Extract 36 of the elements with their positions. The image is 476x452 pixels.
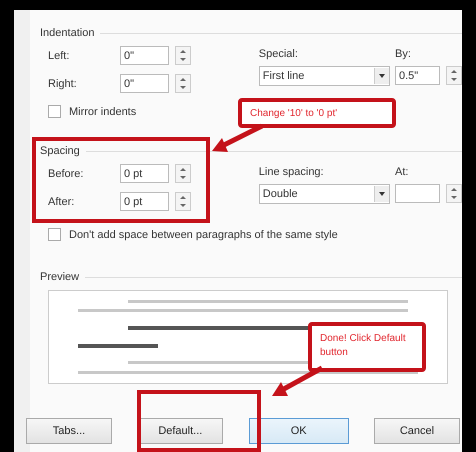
checkbox[interactable]	[48, 228, 61, 241]
section-title: Preview	[40, 271, 80, 283]
field-label: After:	[48, 196, 76, 208]
dialog-button[interactable]: Tabs...	[26, 418, 112, 444]
field-label: Special:	[258, 48, 299, 60]
callout-arrow	[212, 124, 264, 152]
checkbox-label: Don't add space between paragraphs of the same style	[69, 228, 338, 240]
spinner-arrows-icon[interactable]	[175, 164, 191, 183]
spinner-arrows-icon[interactable]	[175, 46, 191, 65]
checkbox[interactable]	[48, 105, 61, 118]
field-label: At:	[395, 166, 410, 178]
spinner-arrows-icon[interactable]	[175, 74, 191, 93]
dialog-button[interactable]: OK	[248, 418, 349, 444]
spinner-arrows-icon[interactable]	[446, 184, 462, 203]
field-label: Line spacing:	[258, 166, 325, 178]
spin-field[interactable]: 0 pt	[120, 192, 169, 211]
callout-note: Done! Click Default button	[308, 322, 426, 372]
spinner-arrows-icon[interactable]	[175, 192, 191, 211]
field-label: Before:	[48, 168, 84, 180]
spinner-arrows-icon[interactable]	[446, 66, 462, 85]
dropdown-field[interactable]: Double	[258, 184, 390, 204]
spin-field[interactable]: 0"	[120, 74, 169, 93]
section-title: Indentation	[40, 27, 94, 39]
dialog-button[interactable]: Cancel	[374, 418, 460, 444]
field-label: By:	[395, 48, 412, 60]
spin-field[interactable]: 0.5"	[395, 66, 440, 85]
checkbox-label: Mirror indents	[69, 106, 136, 118]
callout-note: Change '10' to '0 pt'	[238, 98, 396, 128]
spin-field[interactable]: 0"	[120, 46, 169, 65]
field-label: Right:	[48, 78, 78, 90]
callout-arrow	[272, 366, 324, 396]
spin-field[interactable]: 0 pt	[120, 164, 169, 183]
section-title: Spacing	[40, 145, 80, 157]
field-label: Left:	[48, 50, 70, 62]
spin-field[interactable]	[395, 184, 440, 203]
dropdown-field[interactable]: First line	[258, 66, 390, 86]
